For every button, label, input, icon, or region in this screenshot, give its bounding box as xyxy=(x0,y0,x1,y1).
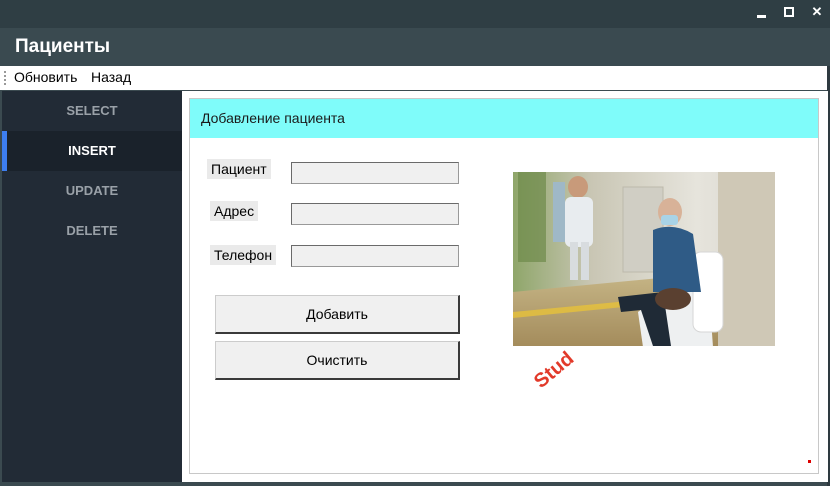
patient-label: Пациент xyxy=(207,159,271,179)
app-title: Пациенты xyxy=(15,36,111,57)
add-patient-panel: Добавление пациента Пациент Адрес Телефо… xyxy=(189,98,819,474)
minimize-icon xyxy=(756,14,766,18)
add-button[interactable]: Добавить xyxy=(215,295,460,334)
panel-header: Добавление пациента xyxy=(190,99,818,138)
window-controls: ✕ xyxy=(754,4,824,20)
phone-label: Телефон xyxy=(210,245,277,265)
menu-item-back[interactable]: Назад xyxy=(91,69,131,85)
decorative-dot xyxy=(808,460,811,463)
patient-photo xyxy=(513,172,775,346)
sidebar-item-delete[interactable]: DELETE xyxy=(2,211,182,251)
close-button[interactable]: ✕ xyxy=(810,4,824,20)
app-titlebar: Пациенты xyxy=(0,28,830,66)
minimize-button[interactable] xyxy=(754,4,768,20)
menu-bar: Обновить Назад xyxy=(0,66,828,90)
sidebar: SELECT INSERT UPDATE DELETE xyxy=(2,91,182,482)
clear-button[interactable]: Очистить xyxy=(215,341,460,380)
maximize-icon xyxy=(784,7,794,17)
address-label: Адрес xyxy=(210,201,259,221)
phone-input[interactable] xyxy=(291,245,459,267)
maximize-button[interactable] xyxy=(782,4,796,20)
sidebar-item-update[interactable]: UPDATE xyxy=(2,171,182,211)
sidebar-item-insert[interactable]: INSERT xyxy=(2,131,182,171)
address-input[interactable] xyxy=(291,203,459,225)
window-frame: ✕ xyxy=(0,0,830,28)
menu-grip-icon xyxy=(4,71,6,85)
panel-title: Добавление пациента xyxy=(201,110,345,126)
patient-input[interactable] xyxy=(291,162,459,184)
close-icon: ✕ xyxy=(811,4,823,19)
sidebar-item-select[interactable]: SELECT xyxy=(2,91,182,131)
menu-item-refresh[interactable]: Обновить xyxy=(14,69,77,85)
